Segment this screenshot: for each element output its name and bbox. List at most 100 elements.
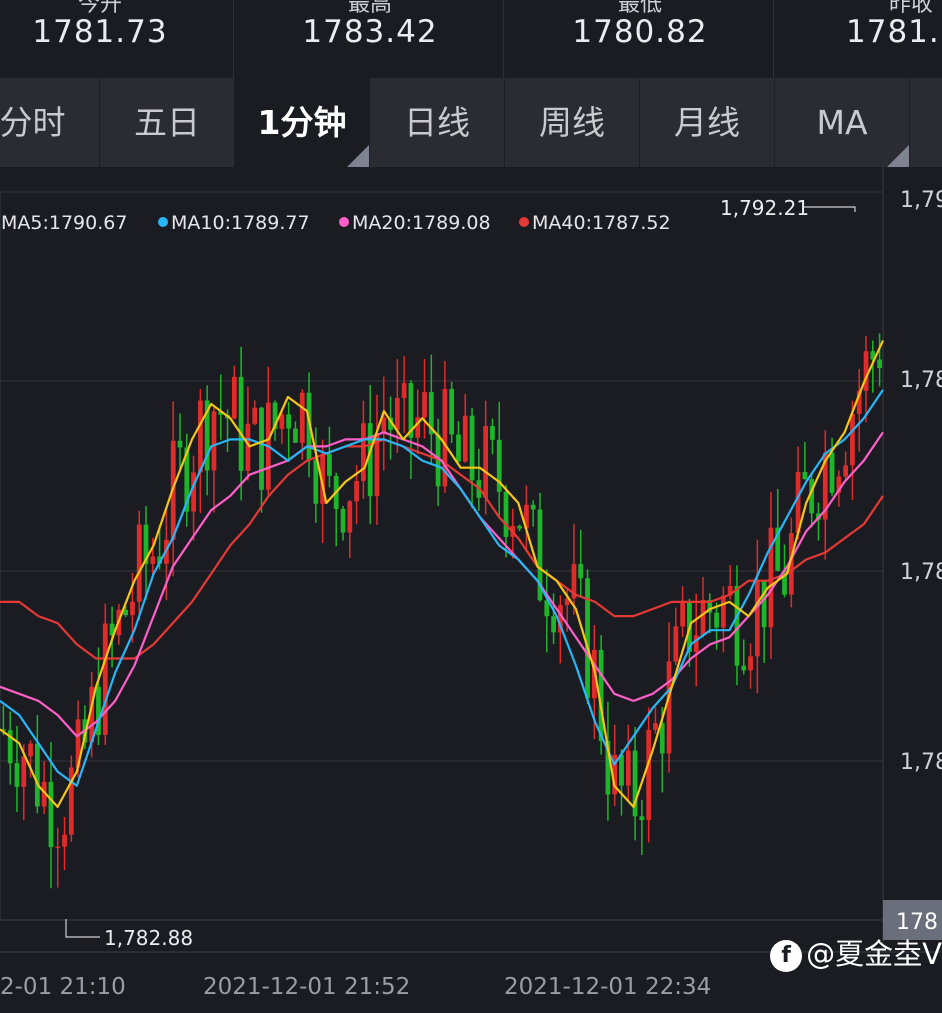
candle-body [401,383,407,398]
candle-body [299,392,305,443]
candle-body [721,595,726,628]
tab-daily[interactable]: 日线 [370,78,505,167]
tab-indicator-ma[interactable]: MA [775,78,910,167]
watermark-text: @夏金坴V [806,937,942,971]
candle-body [150,556,156,564]
current-price-label: 178 [896,910,938,935]
candle-body [666,661,672,754]
tab-monthly[interactable]: 月线 [640,78,775,167]
candle-body [646,729,652,821]
tab-label: 日线 [404,103,470,142]
candle-body [361,423,366,481]
quote-value: 1780.82 [572,14,708,50]
tab-label: 分时 [0,103,66,142]
candle-body [340,508,346,533]
candle-body [680,600,686,627]
chart-canvas[interactable]: MA5:1790.67 MA10:1789.77 MA20:1789.08 MA40:… [0,167,942,1009]
candle-body [259,407,264,490]
candle-body [102,623,108,735]
legend-item: MA20:1789.08 [352,212,491,234]
candle-body [829,452,835,493]
candle-body [293,428,298,443]
tab-overflow[interactable] [910,78,942,167]
quote-strip: 今开 1781.73 最高 1783.42 最低 1780.82 昨收 1781… [0,0,942,78]
quote-value: 1783.42 [302,14,438,50]
candle-body [252,407,258,424]
quote-value: 1781. [846,14,940,50]
candle-body [877,359,882,369]
plot-border [0,191,884,921]
period-tabs: 分时 五日 1分钟 日线 周线 月线 MA [0,78,942,167]
candle-body [850,413,855,466]
candle-body [639,816,645,821]
y-axis-label: 1,78 [900,560,942,585]
x-axis-label: 2021-12-01 21:52 [203,974,410,1000]
candle-body [62,834,67,847]
candle-body [530,504,536,510]
candle-body [449,388,455,435]
dropdown-corner-icon [887,145,909,167]
y-axis-label: 1,78 [900,368,942,393]
candle-body [483,426,489,498]
candle-body [238,376,244,471]
candle-body [748,656,753,671]
candle-body [28,743,33,757]
candle-body [503,491,509,537]
candle-body [394,397,400,430]
candle-body [327,453,332,476]
tab-intraday[interactable]: 分时 [0,78,100,167]
max-price-label: 1,792.21 [720,196,809,220]
price-labels: 1,79 1,78 1,78 1,78 178 1,792.21 1,782.88 [65,188,942,950]
candle-body [456,434,461,462]
quote-divider [773,0,774,78]
quote-value: 1781.73 [32,14,168,50]
candle-body [551,616,556,633]
candle-body [863,351,869,391]
candle-body [211,411,217,471]
dropdown-corner-icon [347,145,369,167]
legend-item: MA40:1787.52 [532,212,671,234]
candle-body [619,754,624,786]
tab-weekly[interactable]: 周线 [505,78,640,167]
tab-label: 1分钟 [257,103,347,142]
legend-dot-icon [519,217,529,227]
candle-body [123,609,129,616]
quote-open: 今开 1781.73 [0,0,235,78]
legend-item: MA5:1790.67 [1,212,127,234]
legend-dot-icon [339,217,349,227]
candle-body [197,400,203,473]
time-axis: 2-01 21:10 2021-12-01 21:52 2021-12-01 22:… [0,974,711,1000]
min-price-label: 1,782.88 [104,926,193,950]
quote-divider [503,0,504,78]
max-marker-line [803,206,856,212]
candle-body [347,501,353,533]
candle-body [578,563,584,579]
candlestick-chart[interactable]: MA5:1790.67 MA10:1789.77 MA20:1789.08 MA40:… [0,167,942,1009]
candle-body [802,471,808,480]
candle-body [761,580,767,628]
candle-body [286,414,292,429]
x-axis-label: 2021-12-01 22:34 [504,974,711,1000]
candle-body [231,376,237,419]
candle-body [693,635,699,652]
candle-body [136,524,142,602]
watermark: f @夏金坴V [770,934,942,974]
candle-body [381,417,387,434]
tab-1-minute[interactable]: 1分钟 [235,78,370,167]
quote-divider [233,0,234,78]
candle-body [517,525,522,529]
candle-body [14,763,20,787]
candle-body [673,626,679,662]
candle-body [34,743,40,807]
tab-five-day[interactable]: 五日 [100,78,235,167]
legend-item: MA10:1789.77 [171,212,310,234]
quote-low: 最低 1780.82 [505,0,775,78]
candle-body [741,665,747,671]
candle-body [490,426,495,440]
candle-body [469,415,475,481]
ma-legend: MA5:1790.67 MA10:1789.77 MA20:1789.08 MA40:… [1,212,671,234]
candle-body [55,846,61,849]
x-axis-label: 2-01 21:10 [0,974,126,1000]
candle-body [177,440,183,448]
quote-prev-close: 昨收 1781. [776,0,942,78]
